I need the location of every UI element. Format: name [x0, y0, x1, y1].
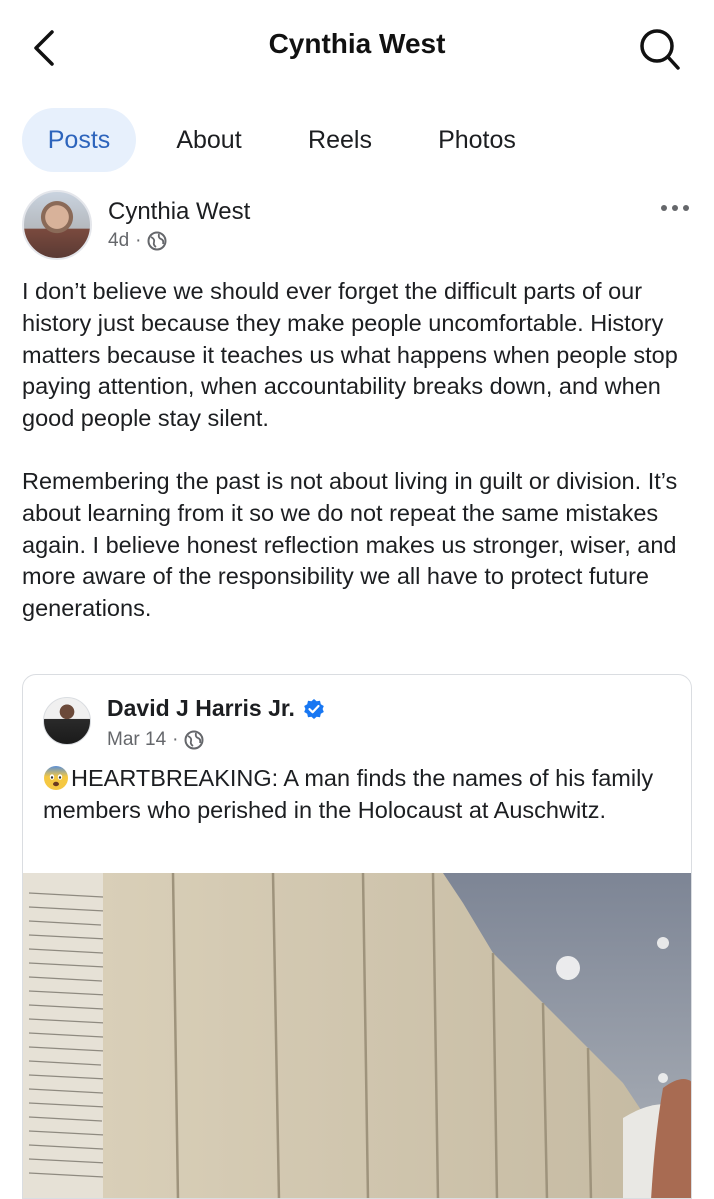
- search-icon: [640, 29, 680, 70]
- shared-post-card[interactable]: David J Harris Jr. Mar 14 · HEARTBREAKIN…: [22, 674, 692, 1199]
- meta-separator: ·: [172, 729, 179, 750]
- tab-reels[interactable]: Reels: [298, 108, 382, 172]
- shared-author-name[interactable]: David J Harris Jr.: [107, 695, 295, 722]
- profile-tabs: Posts About Reels Photos: [22, 108, 702, 172]
- search-button[interactable]: [636, 26, 684, 74]
- post-paragraph: I don’t believe we should ever forget th…: [22, 278, 678, 432]
- meta-separator: ·: [135, 230, 142, 251]
- shared-post-meta: Mar 14 ·: [107, 729, 204, 751]
- avatar[interactable]: [22, 190, 92, 260]
- shared-author-row: David J Harris Jr.: [107, 695, 325, 722]
- shared-post-text: HEARTBREAKING: A man finds the names of …: [43, 763, 675, 827]
- tab-posts[interactable]: Posts: [22, 108, 136, 172]
- post-author-name[interactable]: Cynthia West: [108, 198, 250, 226]
- post-options-button[interactable]: [658, 196, 694, 220]
- verified-badge-icon: [304, 698, 324, 719]
- shared-avatar[interactable]: [43, 697, 91, 745]
- shared-post-time[interactable]: Mar 14: [107, 729, 166, 751]
- more-dots-icon: [661, 205, 689, 211]
- shared-post-image[interactable]: [23, 873, 691, 1198]
- post-time[interactable]: 4d: [108, 230, 129, 252]
- shared-post-header: David J Harris Jr. Mar 14 ·: [43, 691, 673, 761]
- post-header: Cynthia West 4d ·: [22, 190, 694, 262]
- top-bar: Cynthia West: [0, 0, 714, 100]
- tab-about[interactable]: About: [162, 108, 256, 172]
- tab-photos[interactable]: Photos: [422, 108, 532, 172]
- globe-icon: [147, 231, 167, 251]
- post-text: I don’t believe we should ever forget th…: [22, 276, 698, 656]
- page-title: Cynthia West: [268, 28, 446, 59]
- fearful-face-emoji: [44, 766, 68, 790]
- post-paragraph: Remembering the past is not about living…: [22, 467, 678, 622]
- post-meta: 4d ·: [108, 230, 167, 252]
- shared-post-body: HEARTBREAKING: A man finds the names of …: [43, 765, 654, 823]
- memorial-wall-image: [23, 873, 691, 1198]
- globe-icon: [184, 730, 204, 750]
